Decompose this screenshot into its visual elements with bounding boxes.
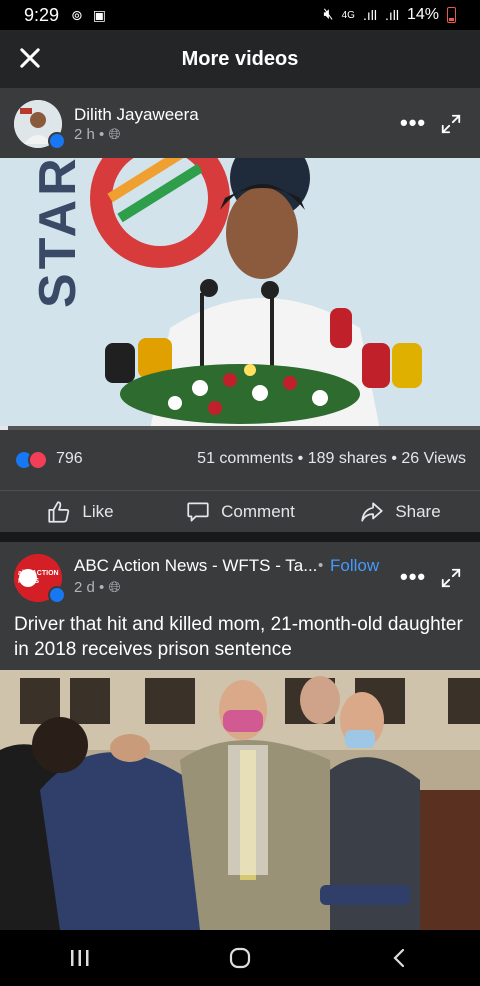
post-1-header: Dilith Jayaweera 2 h • 🌐︎ ••• (0, 88, 480, 158)
home-button[interactable] (220, 938, 260, 978)
recent-apps-icon (71, 950, 89, 966)
video-player-1[interactable]: STAR (0, 158, 480, 430)
post-time: 2 h (74, 126, 95, 143)
reaction-icons[interactable] (14, 450, 48, 470)
avatar[interactable]: abc ACTION NEWS (14, 554, 66, 604)
author-name[interactable]: ABC Action News - WFTS - Ta... (74, 556, 317, 576)
separator-dot: • (318, 557, 324, 574)
status-time: 9:29 (24, 4, 60, 25)
post-headline[interactable]: Driver that hit and killed mom, 21-month… (14, 612, 464, 662)
top-bar: More videos (0, 30, 480, 88)
battery-icon (447, 7, 456, 23)
battery-percent: 14% (406, 6, 439, 23)
status-right: 🔇︎ 4G .ıll .ıll 14% (324, 6, 456, 24)
close-icon[interactable] (16, 44, 44, 72)
android-nav-bar (0, 930, 480, 986)
expand-icon[interactable] (440, 567, 462, 589)
share-button[interactable]: Share (320, 499, 480, 525)
share-icon (361, 501, 383, 522)
share-label: Share (395, 501, 441, 521)
back-icon (393, 948, 405, 968)
avatar[interactable] (14, 100, 66, 150)
status-bar: 9:29 ⊚ ▣ 🔇︎ 4G .ıll .ıll 14% (0, 0, 480, 30)
video-overlay-text: STAR (29, 158, 87, 308)
reaction-count[interactable]: 796 (56, 450, 83, 468)
comment-label: Comment (221, 501, 295, 521)
comment-button[interactable]: Comment (160, 499, 320, 525)
recent-apps-button[interactable] (60, 938, 100, 978)
reactions-row: 796 51 comments • 189 shares • 26 Views (0, 430, 480, 490)
post-meta: 2 h • 🌐︎ (74, 126, 121, 143)
love-reaction-icon (28, 450, 48, 470)
post-meta: 2 d • 🌐︎ (74, 579, 121, 596)
author-name[interactable]: Dilith Jayaweera (74, 105, 199, 125)
globe-icon: 🌐︎ (108, 579, 121, 596)
comment-icon (187, 501, 209, 522)
post-actions: Like Comment Share (0, 490, 480, 532)
thumbs-up-icon (48, 500, 70, 523)
globe-icon: 🌐︎ (108, 126, 121, 143)
notification-icon: ▣ (92, 6, 107, 23)
home-icon (229, 947, 251, 969)
video-player-2[interactable] (0, 670, 480, 930)
post-divider (0, 532, 480, 542)
post-time: 2 d (74, 579, 95, 596)
mute-icon: 🔇︎ (323, 6, 334, 23)
expand-icon[interactable] (440, 113, 462, 135)
like-button[interactable]: Like (0, 499, 160, 525)
back-button[interactable] (380, 938, 420, 978)
signal2-icon: .ıll (384, 7, 399, 23)
signal-icon: .ıll (362, 7, 377, 23)
video-thumbnail-2 (0, 670, 480, 930)
verified-icon (48, 586, 66, 604)
follow-button[interactable]: Follow (330, 556, 379, 576)
like-label: Like (82, 501, 114, 521)
post-stats[interactable]: 51 comments • 189 shares • 26 Views (197, 450, 466, 468)
page-title: More videos (181, 47, 299, 70)
more-icon[interactable]: ••• (400, 564, 426, 590)
network-type: 4G (341, 9, 355, 21)
sync-icon: ⊚ (71, 6, 83, 23)
avatar-logo-text: abc ACTION NEWS (18, 570, 59, 585)
verified-icon (48, 132, 66, 150)
more-icon[interactable]: ••• (400, 110, 426, 136)
